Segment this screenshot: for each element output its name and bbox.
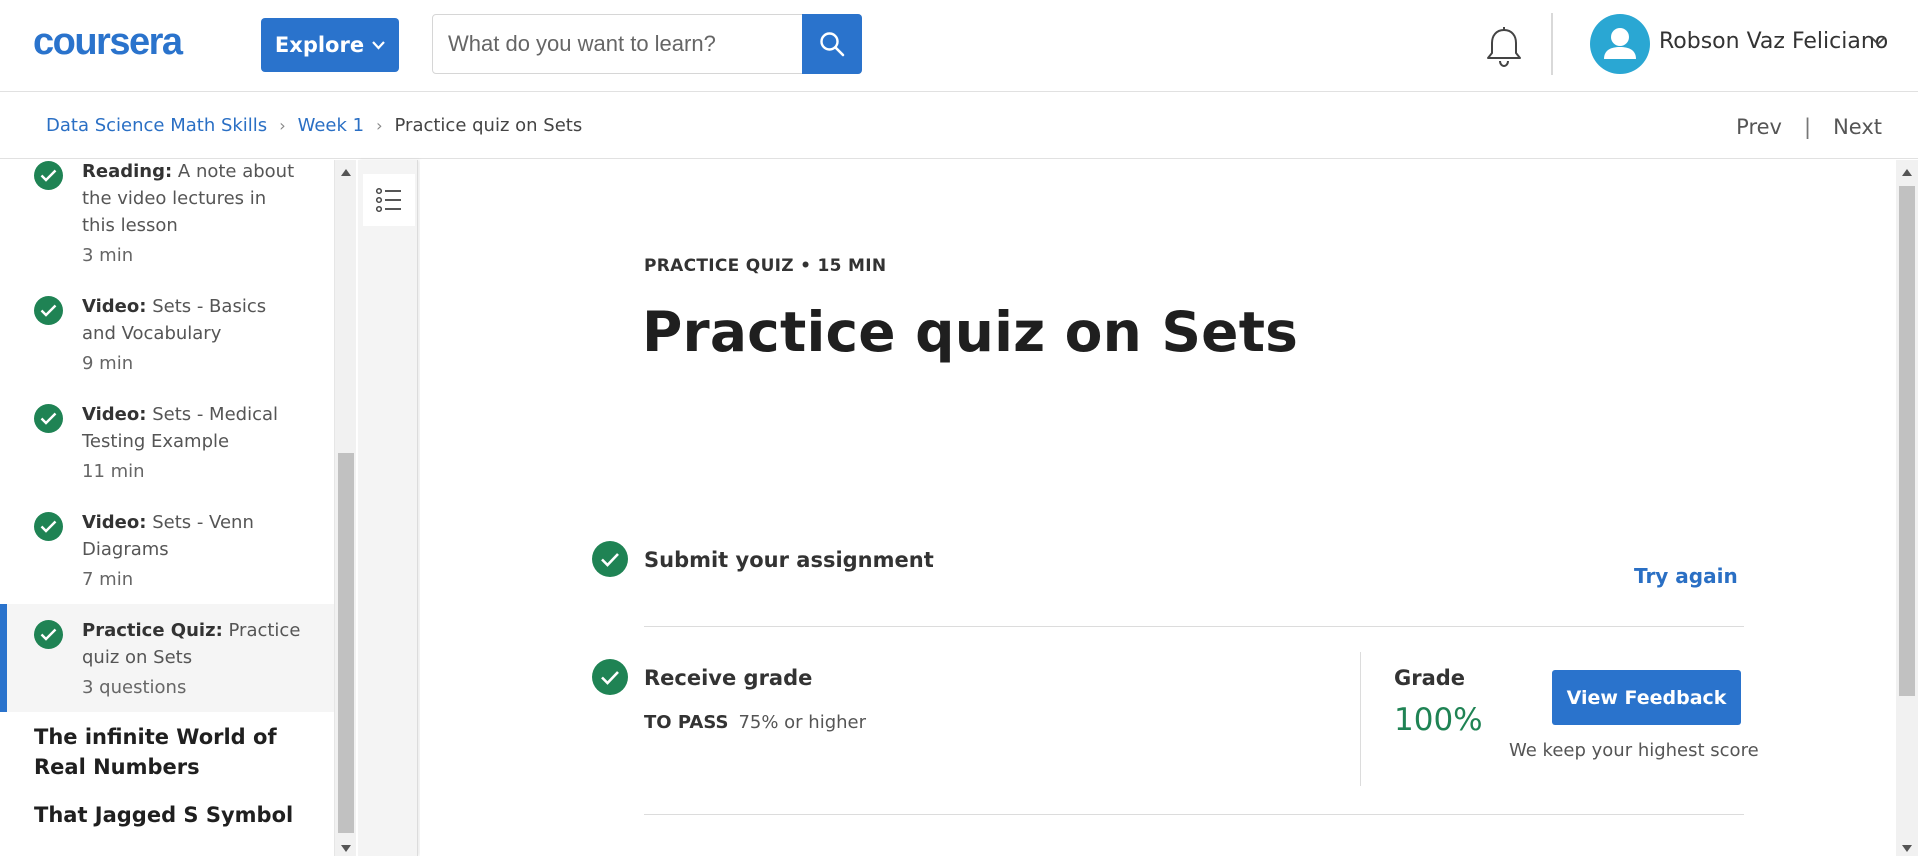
- breadcrumb: Data Science Math Skills › Week 1 › Prac…: [46, 115, 582, 136]
- completed-check-icon: [34, 296, 63, 325]
- sidebar-item-text: Reading: A note about the video lectures…: [82, 160, 302, 269]
- sidebar-item-text: Video: Sets - Venn Diagrams 7 min: [82, 509, 302, 593]
- active-indicator: [0, 604, 7, 712]
- breadcrumb-bar: Data Science Math Skills › Week 1 › Prac…: [0, 93, 1918, 159]
- sidebar-item-video-basics[interactable]: Video: Sets - Basics and Vocabulary 9 mi…: [0, 294, 334, 394]
- item-duration: 7 min: [82, 569, 134, 590]
- sidebar-item-text: Practice Quiz: Practice quiz on Sets 3 q…: [82, 617, 302, 701]
- try-again-link[interactable]: Try again: [1634, 564, 1738, 588]
- avatar[interactable]: [1590, 14, 1650, 74]
- list-icon: [375, 187, 401, 213]
- item-duration: 3 questions: [82, 677, 187, 698]
- completed-check-icon: [34, 512, 63, 541]
- item-kind: Video:: [82, 404, 147, 425]
- breadcrumb-week[interactable]: Week 1: [298, 115, 365, 136]
- sidebar-item-text: Video: Sets - Medical Testing Example 11…: [82, 401, 302, 485]
- explore-button[interactable]: Explore: [261, 18, 399, 72]
- search-icon: [820, 32, 845, 57]
- item-duration: 9 min: [82, 353, 134, 374]
- course-sidebar: Reading: A note about the video lectures…: [0, 160, 334, 856]
- item-kind: Reading:: [82, 161, 173, 182]
- header-divider: [1551, 13, 1553, 75]
- item-kind: Practice Quiz:: [82, 620, 223, 641]
- sidebar-item-practice-quiz[interactable]: Practice Quiz: Practice quiz on Sets 3 q…: [0, 604, 334, 712]
- item-kind: Video:: [82, 512, 147, 533]
- grade-divider: [1360, 652, 1361, 786]
- search-bar: [432, 14, 862, 74]
- toggle-outline-button[interactable]: [363, 174, 415, 226]
- chevron-right-icon: ›: [279, 116, 286, 135]
- chevron-right-icon: ›: [376, 116, 383, 135]
- sidebar-item-text: Video: Sets - Basics and Vocabulary 9 mi…: [82, 293, 302, 377]
- coursera-logo[interactable]: coursera: [33, 21, 227, 64]
- avatar-icon: [1604, 28, 1636, 59]
- search-input[interactable]: [433, 15, 801, 73]
- to-pass-value: 75% or higher: [738, 712, 867, 733]
- item-duration: 3 min: [82, 245, 134, 266]
- next-button[interactable]: Next: [1833, 115, 1882, 139]
- scroll-up-arrow-icon[interactable]: [341, 169, 351, 176]
- completed-check-icon: [34, 404, 63, 433]
- item-type-duration: PRACTICE QUIZ • 15 MIN: [644, 256, 887, 276]
- explore-label: Explore: [274, 33, 365, 57]
- sidebar-item-reading[interactable]: Reading: A note about the video lectures…: [0, 160, 334, 290]
- grade-value: 100%: [1394, 702, 1483, 738]
- completed-check-icon: [592, 659, 628, 695]
- submit-assignment-label: Submit your assignment: [644, 548, 934, 572]
- highest-score-note: We keep your highest score: [1509, 740, 1759, 761]
- divider: [644, 814, 1744, 815]
- sidebar-item-video-medical[interactable]: Video: Sets - Medical Testing Example 11…: [0, 402, 334, 502]
- outline-strip: [358, 160, 418, 856]
- nav-separator: |: [1804, 115, 1812, 139]
- item-kind: Video:: [82, 296, 147, 317]
- search-button[interactable]: [802, 14, 862, 74]
- receive-grade-label: Receive grade: [644, 666, 813, 690]
- breadcrumb-course[interactable]: Data Science Math Skills: [46, 115, 267, 136]
- chevron-down-icon: [372, 40, 385, 50]
- divider: [644, 626, 1744, 627]
- passing-requirement: TO PASS 75% or higher: [644, 712, 866, 733]
- scrollbar-thumb[interactable]: [338, 453, 354, 833]
- completed-check-icon: [592, 541, 628, 577]
- page-title: Practice quiz on Sets: [642, 300, 1299, 364]
- scroll-up-arrow-icon[interactable]: [1902, 169, 1912, 176]
- item-duration: 11 min: [82, 461, 145, 482]
- bell-icon: [1487, 27, 1521, 68]
- scroll-down-arrow-icon[interactable]: [1902, 845, 1912, 852]
- view-feedback-button[interactable]: View Feedback: [1552, 670, 1741, 725]
- completed-check-icon: [34, 620, 63, 649]
- chevron-down-icon[interactable]: [1870, 36, 1886, 46]
- scrollbar-thumb[interactable]: [1899, 186, 1915, 696]
- logo-wordmark: coursera: [33, 21, 185, 63]
- svg-text:coursera: coursera: [33, 26, 184, 60]
- lesson-heading-real-numbers[interactable]: The infinite World of Real Numbers: [34, 722, 294, 782]
- breadcrumb-current: Practice quiz on Sets: [394, 115, 583, 136]
- grade-label: Grade: [1394, 666, 1466, 690]
- prev-next-nav: Prev | Next: [1736, 115, 1882, 139]
- completed-check-icon: [34, 161, 63, 190]
- notifications-button[interactable]: [1484, 26, 1524, 72]
- sidebar-scrollbar[interactable]: [334, 160, 356, 856]
- lesson-heading-jagged-s[interactable]: That Jagged S Symbol: [34, 800, 294, 830]
- to-pass-label: TO PASS: [644, 712, 729, 733]
- main-scrollbar[interactable]: [1896, 160, 1918, 856]
- main-content: PRACTICE QUIZ • 15 MIN Practice quiz on …: [420, 160, 1896, 856]
- prev-button[interactable]: Prev: [1736, 115, 1782, 139]
- scroll-down-arrow-icon[interactable]: [341, 845, 351, 852]
- user-name[interactable]: Robson Vaz Feliciano: [1659, 29, 1888, 54]
- top-header: coursera Explore Robson Vaz Felicia: [0, 0, 1918, 92]
- sidebar-item-video-venn[interactable]: Video: Sets - Venn Diagrams 7 min: [0, 510, 334, 610]
